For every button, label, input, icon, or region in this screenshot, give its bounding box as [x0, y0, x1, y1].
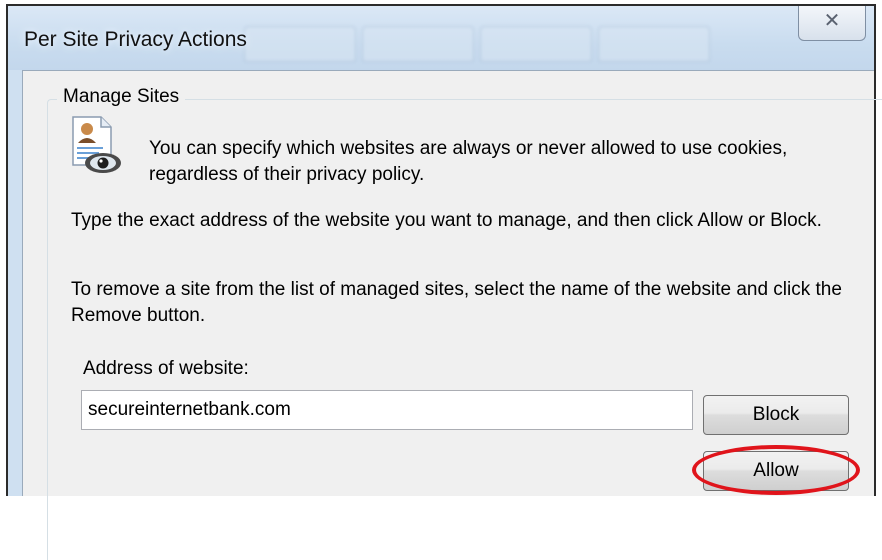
background-tab [598, 26, 710, 62]
address-label: Address of website: [83, 358, 249, 379]
block-button[interactable]: Block [703, 395, 849, 435]
close-icon: ✕ [823, 10, 841, 32]
close-button[interactable]: ✕ [798, 6, 866, 41]
dialog-body: Manage Sites You can specify which websi… [22, 70, 882, 560]
window-title: Per Site Privacy Actions [24, 28, 247, 51]
group-label: Manage Sites [57, 86, 186, 108]
background-tab [362, 26, 474, 62]
allow-button[interactable]: Allow [703, 451, 849, 491]
instructions-text: Type the exact address of the website yo… [71, 210, 822, 231]
privacy-eye-document-icon [72, 116, 121, 173]
background-tab [480, 26, 592, 62]
address-input[interactable] [81, 390, 693, 430]
intro-text: You can specify which websites are alway… [149, 138, 788, 185]
title-bar: Per Site Privacy Actions ✕ [8, 6, 874, 70]
background-tabs [244, 26, 710, 62]
remove-note-text: To remove a site from the list of manage… [71, 279, 842, 326]
background-tab [244, 26, 356, 62]
privacy-dialog-window: Per Site Privacy Actions ✕ Manage Sites … [6, 4, 882, 560]
